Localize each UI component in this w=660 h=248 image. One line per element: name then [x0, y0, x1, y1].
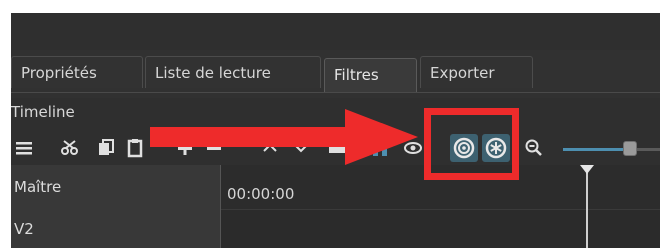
zoom-slider-handle[interactable] [623, 141, 637, 156]
paste-icon[interactable] [124, 137, 146, 159]
track-label-master[interactable]: Maître [14, 178, 61, 196]
tab-label: Filtres [334, 66, 379, 84]
copy-icon[interactable] [95, 137, 117, 159]
tab-label: Liste de lecture [155, 64, 271, 82]
annotation-highlight-box [424, 108, 519, 180]
playhead-handle[interactable] [580, 165, 594, 174]
zoom-slider-filled [563, 148, 623, 151]
zoom-slider-rest [636, 148, 660, 151]
tab-filtres[interactable]: Filtres [324, 58, 417, 92]
tab-bar: Propriétés Liste de lecture Filtres Expo… [11, 50, 660, 98]
timeline-tracks: Maître V2 00:00:00 [11, 165, 660, 248]
playhead[interactable] [586, 165, 588, 248]
menu-icon[interactable] [13, 137, 35, 159]
cut-icon[interactable] [59, 137, 81, 159]
timecode-label: 00:00:00 [227, 185, 295, 203]
annotation-arrow-icon [150, 109, 418, 165]
tab-liste-de-lecture[interactable]: Liste de lecture [145, 56, 321, 88]
tab-exporter[interactable]: Exporter [420, 56, 533, 88]
track-headers: Maître V2 [11, 165, 220, 248]
window-top-strip [11, 13, 660, 50]
zoom-out-icon[interactable] [523, 137, 545, 159]
tab-label: Propriétés [21, 64, 97, 82]
tab-divider [11, 92, 660, 93]
timeline-title: Timeline [11, 103, 75, 121]
track-label-v2[interactable]: V2 [14, 220, 34, 238]
tab-proprietes[interactable]: Propriétés [11, 56, 143, 88]
tab-label: Exporter [430, 64, 495, 82]
